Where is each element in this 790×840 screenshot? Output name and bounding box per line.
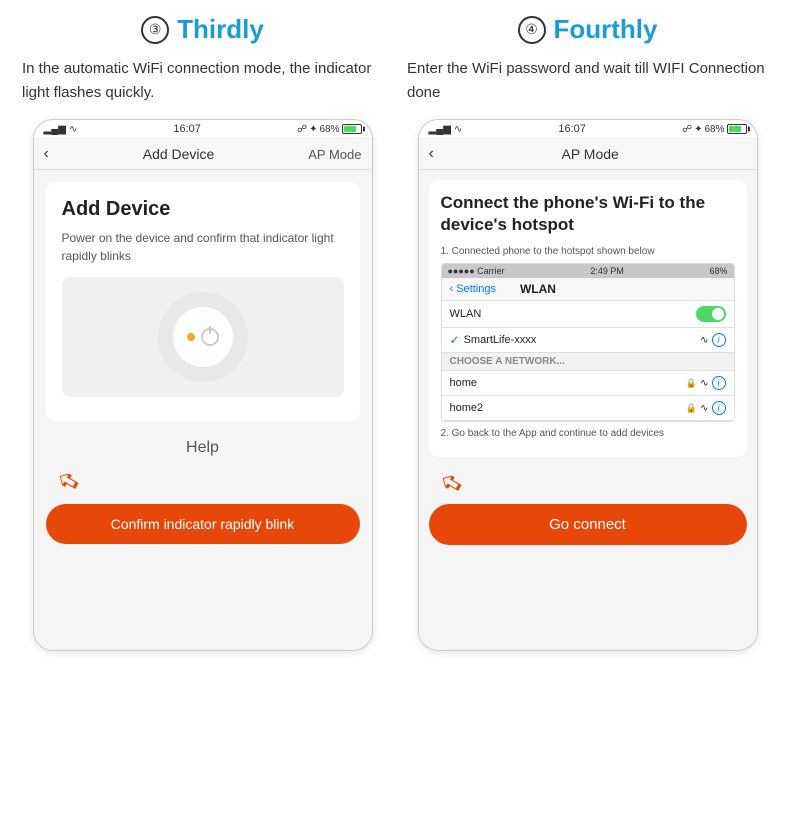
left-nav-ap-mode[interactable]: AP Mode [308, 147, 361, 162]
ap-mode-title: Connect the phone's Wi-Fi to the device'… [441, 192, 735, 236]
right-card: Connect the phone's Wi-Fi to the device'… [429, 180, 747, 457]
home-lock-icon: 🔒 [686, 378, 697, 389]
device-inner-circle [173, 307, 233, 367]
add-device-title: Add Device [62, 198, 344, 221]
left-nav-bar: ‹ Add Device AP Mode [34, 139, 372, 170]
home-network-label: home [450, 377, 478, 389]
right-arrow-area: ➪ [429, 467, 747, 500]
wifi-carrier: ●●●●● Carrier [448, 266, 505, 276]
wifi-checkmark: ✓ [450, 333, 460, 347]
add-device-desc: Power on the device and confirm that ind… [62, 229, 344, 265]
right-nav-title: AP Mode [561, 146, 618, 162]
left-arrow-area: ➪ [46, 465, 360, 498]
right-nav-back[interactable]: ‹ [429, 145, 434, 163]
right-column: ④ Fourthly Enter the WiFi password and w… [395, 10, 780, 840]
wifi-status-bar: ●●●●● Carrier 2:49 PM 68% [442, 264, 734, 278]
wifi-nav: ‹ Settings WLAN [442, 278, 734, 301]
right-wifi-icon: ∿ [454, 124, 462, 135]
home2-wifi-icon: ∿ [700, 403, 708, 414]
device-outer-circle [158, 292, 248, 382]
smartlife-ssid: SmartLife-xxxx [464, 334, 537, 346]
device-illustration [62, 277, 344, 397]
bluetooth-icon: ✦ [309, 124, 317, 135]
right-bluetooth-icon: ✦ [694, 124, 702, 135]
left-step-desc: In the automatic WiFi connection mode, t… [18, 57, 387, 105]
smartlife-wifi-icon: ∿ [700, 335, 708, 346]
home-network-icons: 🔒 ∿ i [686, 376, 726, 390]
left-arrow-icon: ➪ [49, 461, 86, 501]
home-network-row[interactable]: home 🔒 ∿ i [442, 371, 734, 396]
choose-network-label: CHOOSE A NETWORK... [442, 353, 734, 371]
home2-info-icon[interactable]: i [712, 401, 726, 415]
battery-percent: 68% [319, 124, 339, 135]
right-phone-content: Connect the phone's Wi-Fi to the device'… [419, 170, 757, 650]
right-battery-icon [727, 124, 747, 134]
go-connect-button[interactable]: Go connect [429, 504, 747, 545]
right-phone-mockup: ▂▄▆ ∿ 16:07 ☍ ✦ 68% ‹ AP Mode [418, 119, 758, 651]
right-nav-bar: ‹ AP Mode [419, 139, 757, 170]
home2-lock-icon: 🔒 [686, 403, 697, 414]
left-step-header: ③ Thirdly [141, 14, 264, 45]
instruction-2: 2. Go back to the App and continue to ad… [441, 428, 735, 439]
wifi-battery-mini: 68% [709, 266, 727, 276]
left-column: ③ Thirdly In the automatic WiFi connecti… [10, 10, 395, 840]
smartlife-icons: ∿ i [700, 333, 725, 347]
wlan-toggle-row: WLAN [442, 301, 734, 328]
left-status-left: ▂▄▆ ∿ [44, 124, 78, 135]
right-status-bar: ▂▄▆ ∿ 16:07 ☍ ✦ 68% [419, 120, 757, 139]
device-indicator-dot [187, 333, 195, 341]
wlan-toggle[interactable] [696, 306, 726, 322]
right-step-title: Fourthly [554, 14, 658, 45]
left-step-title: Thirdly [177, 14, 264, 45]
right-battery-percent: 68% [704, 124, 724, 135]
left-step-circle: ③ [141, 16, 169, 44]
instruction-1: 1. Connected phone to the hotspot shown … [441, 246, 735, 257]
left-phone-content: Add Device Power on the device and confi… [34, 170, 372, 650]
wifi-nav-title: WLAN [520, 282, 556, 296]
left-nav-title: Add Device [143, 146, 215, 162]
left-status-bar: ▂▄▆ ∿ 16:07 ☍ ✦ 68% [34, 120, 372, 139]
home2-network-label: home2 [450, 402, 484, 414]
wifi-settings-mockup: ●●●●● Carrier 2:49 PM 68% ‹ Settings WLA… [441, 263, 735, 422]
wifi-settings-back[interactable]: ‹ Settings [450, 283, 496, 295]
device-power-icon [201, 328, 219, 346]
left-status-time: 16:07 [173, 123, 201, 135]
home2-network-row[interactable]: home2 🔒 ∿ i [442, 396, 734, 421]
smartlife-row[interactable]: ✓ SmartLife-xxxx ∿ i [442, 328, 734, 353]
wlan-label: WLAN [450, 308, 482, 320]
right-signal-icon: ▂▄▆ [429, 124, 451, 135]
home-wifi-icon: ∿ [700, 378, 708, 389]
battery-icon [342, 124, 362, 134]
right-step-header: ④ Fourthly [518, 14, 658, 45]
home-info-icon[interactable]: i [712, 376, 726, 390]
wifi-icon: ∿ [69, 124, 77, 135]
smartlife-info-icon[interactable]: i [712, 333, 726, 347]
left-card: Add Device Power on the device and confi… [46, 182, 360, 421]
smartlife-check-row: ✓ SmartLife-xxxx [450, 333, 537, 347]
right-status-time: 16:07 [558, 123, 586, 135]
left-nav-back[interactable]: ‹ [44, 145, 49, 163]
left-phone-mockup: ▂▄▆ ∿ 16:07 ☍ ✦ 68% ‹ Add Device AP Mode [33, 119, 373, 651]
right-network-icon: ☍ [682, 124, 692, 135]
network-icon: ☍ [297, 124, 307, 135]
right-status-right: ☍ ✦ 68% [682, 124, 747, 135]
confirm-button[interactable]: Confirm indicator rapidly blink [46, 504, 360, 544]
wifi-time: 2:49 PM [590, 266, 624, 276]
right-step-desc: Enter the WiFi password and wait till WI… [403, 57, 772, 105]
right-arrow-icon: ➪ [432, 464, 469, 504]
signal-icon: ▂▄▆ [44, 124, 66, 135]
home2-network-icons: 🔒 ∿ i [686, 401, 726, 415]
left-status-right: ☍ ✦ 68% [297, 124, 362, 135]
right-step-circle: ④ [518, 16, 546, 44]
right-status-left: ▂▄▆ ∿ [429, 124, 463, 135]
help-text: Help [46, 431, 360, 465]
